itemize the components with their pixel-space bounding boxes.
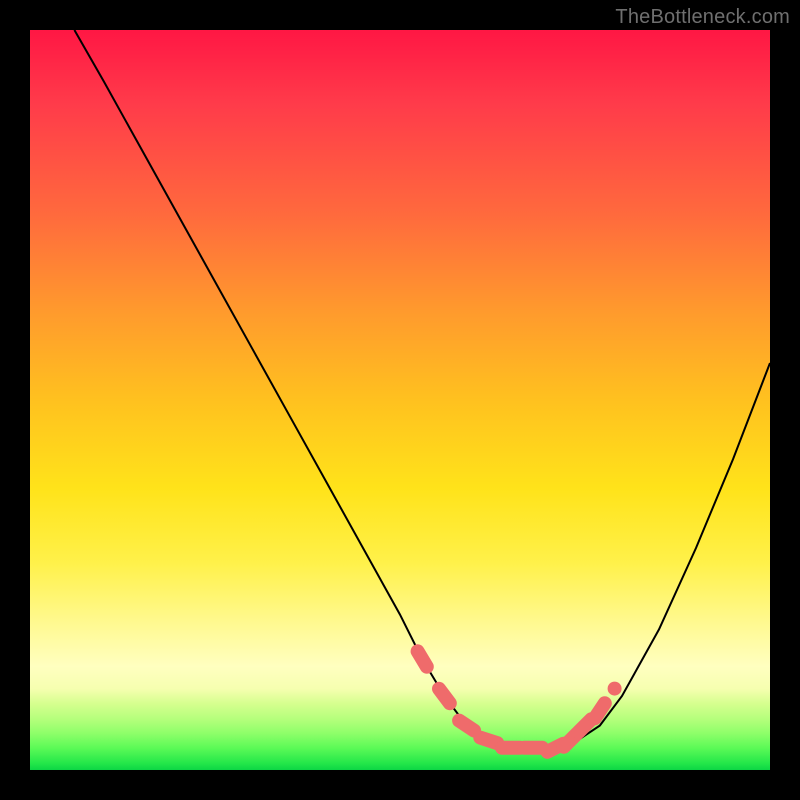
valley-marker (418, 651, 427, 666)
watermark-text: TheBottleneck.com (615, 6, 790, 29)
valley-marker-group (418, 651, 615, 752)
valley-marker (595, 703, 605, 718)
valley-marker (439, 689, 450, 703)
chart-svg (30, 30, 770, 770)
bottleneck-curve (74, 30, 770, 748)
plot-area (30, 30, 770, 770)
chart-stage: TheBottleneck.com (0, 0, 800, 800)
valley-marker (459, 721, 474, 731)
valley-marker (480, 738, 497, 744)
